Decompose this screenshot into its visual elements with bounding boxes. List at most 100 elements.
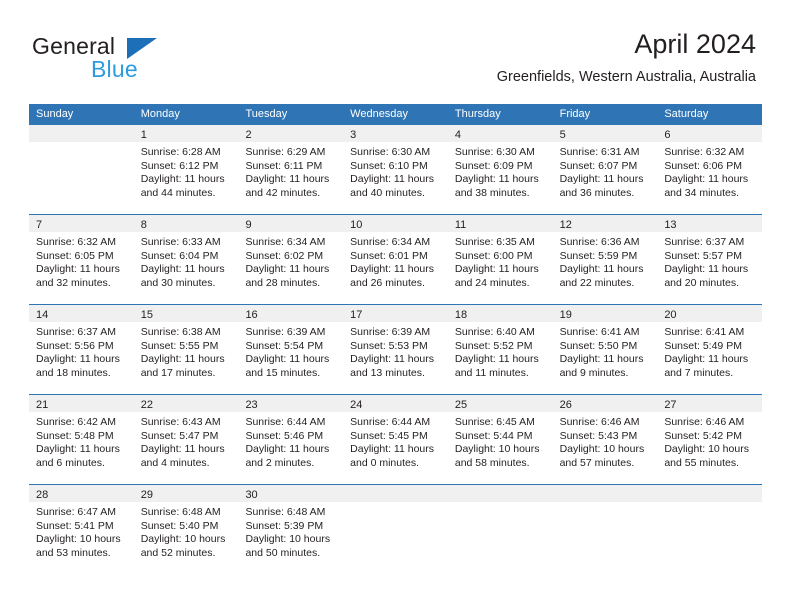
calendar-day-cell[interactable]: 2 Sunrise: 6:29 AM Sunset: 6:11 PM Daylight… bbox=[238, 125, 344, 214]
day-number-strip: 1 bbox=[133, 125, 239, 142]
sunrise-text: Sunrise: 6:37 AM bbox=[664, 236, 745, 248]
day-number-strip: 19 bbox=[552, 305, 658, 322]
day-number: 29 bbox=[140, 489, 153, 501]
calendar-day-cell[interactable]: 18 Sunrise: 6:40 AM Sunset: 5:52 PM Dayligh… bbox=[447, 305, 553, 394]
sunset-text: Sunset: 5:43 PM bbox=[559, 429, 638, 442]
daylight-text: Daylight: 11 hours and 11 minutes. bbox=[454, 353, 539, 379]
title-block: April 2024 Greenfields, Western Australi… bbox=[497, 28, 756, 86]
day-number: 9 bbox=[245, 219, 252, 231]
daylight-text: Daylight: 10 hours and 50 minutes. bbox=[245, 533, 331, 559]
sunset-text: Sunset: 6:05 PM bbox=[36, 249, 114, 262]
day-sun-info: Sunrise: 6:34 AM Sunset: 6:02 PM Daylight:… bbox=[238, 232, 343, 290]
sunrise-text: Sunrise: 6:33 AM bbox=[140, 236, 221, 248]
day-sun-info: Sunrise: 6:44 AM Sunset: 5:46 PM Daylight:… bbox=[238, 412, 343, 470]
day-sun-info: Sunrise: 6:39 AM Sunset: 5:53 PM Daylight:… bbox=[343, 322, 448, 380]
day-sun-info: Sunrise: 6:47 AM Sunset: 5:41 PM Daylight:… bbox=[29, 502, 134, 560]
day-number-strip: 26 bbox=[552, 395, 658, 412]
daylight-text: Daylight: 11 hours and 44 minutes. bbox=[140, 173, 225, 199]
day-number-strip: 11 bbox=[447, 215, 553, 232]
sunrise-text: Sunrise: 6:40 AM bbox=[454, 326, 535, 338]
calendar-day-cell[interactable]: 20 Sunrise: 6:41 AM Sunset: 5:49 PM Dayligh… bbox=[657, 305, 763, 394]
day-number: 24 bbox=[350, 399, 363, 411]
calendar-day-cell-empty bbox=[552, 485, 658, 574]
day-number: 22 bbox=[140, 399, 153, 411]
sunset-text: Sunset: 5:54 PM bbox=[245, 339, 324, 352]
calendar-day-cell[interactable]: 19 Sunrise: 6:41 AM Sunset: 5:50 PM Dayligh… bbox=[552, 305, 658, 394]
day-sun-info: Sunrise: 6:28 AM Sunset: 6:12 PM Daylight:… bbox=[134, 142, 239, 200]
calendar-day-cell[interactable]: 4 Sunrise: 6:30 AM Sunset: 6:09 PM Daylight… bbox=[447, 125, 553, 214]
daylight-text: Daylight: 10 hours and 53 minutes. bbox=[36, 533, 121, 559]
calendar-day-cell[interactable]: 7 Sunrise: 6:32 AM Sunset: 6:05 PM Daylight… bbox=[29, 215, 134, 304]
calendar-week-row: 7 Sunrise: 6:32 AM Sunset: 6:05 PM Daylight… bbox=[29, 214, 763, 304]
calendar-day-cell[interactable]: 3 Sunrise: 6:30 AM Sunset: 6:10 PM Daylight… bbox=[343, 125, 448, 214]
day-sun-info: Sunrise: 6:48 AM Sunset: 5:40 PM Daylight:… bbox=[134, 502, 239, 560]
sunset-text: Sunset: 6:02 PM bbox=[245, 249, 324, 262]
daylight-text: Daylight: 11 hours and 26 minutes. bbox=[350, 263, 435, 289]
sunrise-text: Sunrise: 6:45 AM bbox=[454, 416, 535, 428]
sunset-text: Sunset: 5:44 PM bbox=[454, 429, 533, 442]
daylight-text: Daylight: 11 hours and 4 minutes. bbox=[140, 443, 225, 469]
day-number: 1 bbox=[140, 129, 147, 141]
calendar-day-cell[interactable]: 10 Sunrise: 6:34 AM Sunset: 6:01 PM Dayligh… bbox=[343, 215, 448, 304]
day-number-strip: 12 bbox=[552, 215, 658, 232]
day-number: 12 bbox=[559, 219, 572, 231]
day-number-strip: 10 bbox=[343, 215, 448, 232]
calendar-day-cell[interactable]: 26 Sunrise: 6:46 AM Sunset: 5:43 PM Dayligh… bbox=[552, 395, 658, 484]
daylight-text: Daylight: 11 hours and 32 minutes. bbox=[36, 263, 120, 289]
day-number-strip: 5 bbox=[552, 125, 658, 142]
sunset-text: Sunset: 5:59 PM bbox=[559, 249, 638, 262]
calendar-day-cell[interactable]: 9 Sunrise: 6:34 AM Sunset: 6:02 PM Daylight… bbox=[238, 215, 344, 304]
calendar-week-row: 1 Sunrise: 6:28 AM Sunset: 6:12 PM Daylight… bbox=[29, 125, 763, 214]
calendar-day-cell[interactable]: 22 Sunrise: 6:43 AM Sunset: 5:47 PM Dayligh… bbox=[133, 395, 239, 484]
sunset-text: Sunset: 6:00 PM bbox=[454, 249, 533, 262]
calendar-day-cell[interactable]: 13 Sunrise: 6:37 AM Sunset: 5:57 PM Dayligh… bbox=[657, 215, 763, 304]
sunset-text: Sunset: 5:55 PM bbox=[140, 339, 219, 352]
day-sun-info: Sunrise: 6:35 AM Sunset: 6:00 PM Daylight:… bbox=[448, 232, 553, 290]
calendar-day-cell[interactable]: 15 Sunrise: 6:38 AM Sunset: 5:55 PM Dayligh… bbox=[133, 305, 239, 394]
calendar-day-cell[interactable]: 14 Sunrise: 6:37 AM Sunset: 5:56 PM Dayligh… bbox=[29, 305, 134, 394]
day-number: 19 bbox=[559, 309, 572, 321]
day-number: 17 bbox=[350, 309, 363, 321]
sunrise-text: Sunrise: 6:39 AM bbox=[245, 326, 326, 338]
calendar-day-cell[interactable]: 17 Sunrise: 6:39 AM Sunset: 5:53 PM Dayligh… bbox=[343, 305, 448, 394]
sunrise-text: Sunrise: 6:32 AM bbox=[36, 236, 116, 248]
day-number-strip: 6 bbox=[657, 125, 763, 142]
calendar-day-cell[interactable]: 11 Sunrise: 6:35 AM Sunset: 6:00 PM Dayligh… bbox=[447, 215, 553, 304]
calendar-day-cell[interactable]: 16 Sunrise: 6:39 AM Sunset: 5:54 PM Dayligh… bbox=[238, 305, 344, 394]
calendar-day-cell[interactable]: 28 Sunrise: 6:47 AM Sunset: 5:41 PM Dayligh… bbox=[29, 485, 134, 574]
day-number-strip: 7 bbox=[29, 215, 134, 232]
generalblue-logo[interactable]: General Blue bbox=[32, 33, 232, 82]
day-sun-info: Sunrise: 6:41 AM Sunset: 5:50 PM Daylight:… bbox=[553, 322, 658, 380]
calendar-day-cell[interactable]: 24 Sunrise: 6:44 AM Sunset: 5:45 PM Dayligh… bbox=[343, 395, 448, 484]
daylight-text: Daylight: 11 hours and 7 minutes. bbox=[664, 353, 749, 379]
day-number-strip: 28 bbox=[29, 485, 134, 502]
weekday-header-monday: Monday bbox=[140, 108, 180, 120]
sunset-text: Sunset: 5:48 PM bbox=[36, 429, 114, 442]
calendar-day-cell[interactable]: 21 Sunrise: 6:42 AM Sunset: 5:48 PM Dayligh… bbox=[29, 395, 134, 484]
weekday-header-saturday: Saturday bbox=[664, 108, 709, 120]
calendar-day-cell[interactable]: 6 Sunrise: 6:32 AM Sunset: 6:06 PM Daylight… bbox=[657, 125, 763, 214]
sunrise-text: Sunrise: 6:41 AM bbox=[664, 326, 745, 338]
day-number-strip: 18 bbox=[447, 305, 553, 322]
day-sun-info: Sunrise: 6:32 AM Sunset: 6:06 PM Daylight:… bbox=[657, 142, 762, 200]
calendar-day-cell[interactable]: 23 Sunrise: 6:44 AM Sunset: 5:46 PM Dayligh… bbox=[238, 395, 344, 484]
calendar-day-cell[interactable]: 5 Sunrise: 6:31 AM Sunset: 6:07 PM Daylight… bbox=[552, 125, 658, 214]
sunset-text: Sunset: 5:45 PM bbox=[350, 429, 428, 442]
calendar-day-cell[interactable]: 25 Sunrise: 6:45 AM Sunset: 5:44 PM Dayligh… bbox=[447, 395, 553, 484]
calendar-day-cell[interactable]: 1 Sunrise: 6:28 AM Sunset: 6:12 PM Daylight… bbox=[133, 125, 239, 214]
sunset-text: Sunset: 6:06 PM bbox=[664, 159, 742, 172]
day-number-strip: 30 bbox=[238, 485, 344, 502]
sunrise-text: Sunrise: 6:43 AM bbox=[140, 416, 221, 428]
sunrise-text: Sunrise: 6:44 AM bbox=[245, 416, 326, 428]
calendar-week-row: 28 Sunrise: 6:47 AM Sunset: 5:41 PM Dayligh… bbox=[29, 484, 763, 574]
day-number-strip: 22 bbox=[133, 395, 239, 412]
sunset-text: Sunset: 5:42 PM bbox=[664, 429, 742, 442]
calendar-day-cell[interactable]: 30 Sunrise: 6:48 AM Sunset: 5:39 PM Dayligh… bbox=[238, 485, 344, 574]
day-number-strip: 21 bbox=[29, 395, 134, 412]
calendar-day-cell[interactable]: 8 Sunrise: 6:33 AM Sunset: 6:04 PM Daylight… bbox=[133, 215, 239, 304]
calendar-day-cell[interactable]: 12 Sunrise: 6:36 AM Sunset: 5:59 PM Dayligh… bbox=[552, 215, 658, 304]
sunrise-text: Sunrise: 6:32 AM bbox=[664, 146, 745, 158]
calendar-day-cell[interactable]: 27 Sunrise: 6:46 AM Sunset: 5:42 PM Dayligh… bbox=[657, 395, 763, 484]
calendar-day-cell[interactable]: 29 Sunrise: 6:48 AM Sunset: 5:40 PM Dayligh… bbox=[133, 485, 239, 574]
day-number-strip: 24 bbox=[343, 395, 448, 412]
